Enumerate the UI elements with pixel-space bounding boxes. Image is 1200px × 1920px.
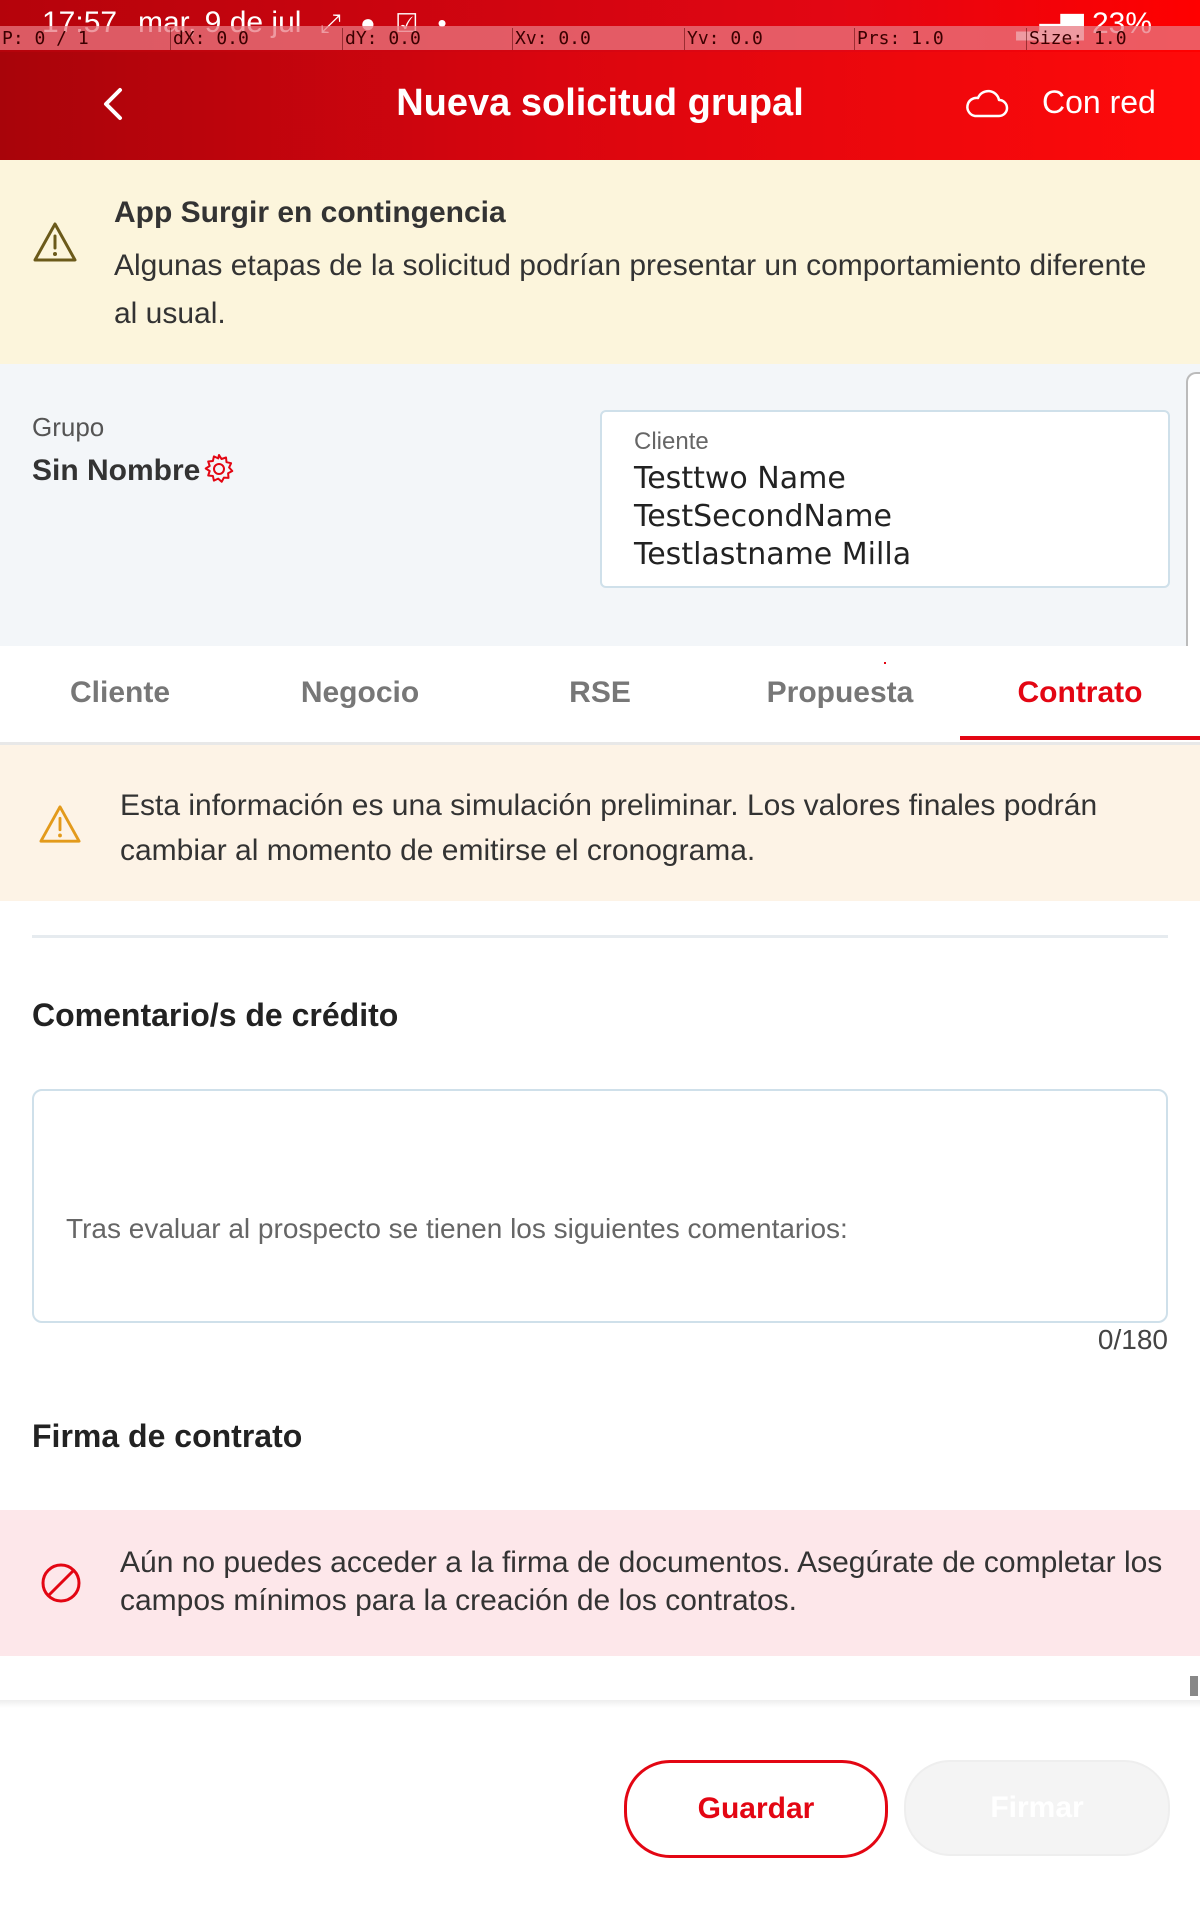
tab-rse[interactable]: RSE — [540, 676, 660, 710]
simulation-note-text: Esta información es una simulación preli… — [120, 789, 1098, 867]
gear-icon[interactable] — [202, 452, 236, 486]
client-field[interactable]: Cliente Testtwo Name TestSecondName Test… — [600, 410, 1170, 588]
contingency-banner: App Surgir en contingencia Algunas etapa… — [0, 160, 1200, 364]
tab-contrato[interactable]: Contrato — [990, 676, 1170, 710]
banner-title: App Surgir en contingencia — [114, 196, 506, 229]
warning-triangle-icon — [33, 222, 77, 262]
block-icon — [41, 1563, 81, 1603]
simulation-note: Esta información es una simulación preli… — [0, 745, 1200, 901]
credit-comments-placeholder: Tras evaluar al prospecto se tienen los … — [66, 1213, 848, 1244]
group-section: Grupo Sin Nombre Cliente Testtwo Name Te… — [0, 364, 1200, 646]
tab-dot — [884, 662, 886, 664]
character-counter: 0/180 — [1097, 1324, 1168, 1355]
active-tab-indicator — [960, 736, 1200, 740]
warning-triangle-icon — [39, 805, 81, 843]
banner-text: Algunas etapas de la solicitud podrían p… — [114, 249, 1147, 330]
credit-comments-title: Comentario/s de crédito — [32, 997, 399, 1033]
debug-p: P: 0 / 1 — [2, 28, 89, 49]
debug-prs: Prs: 1.0 — [854, 28, 944, 50]
tab-propuesta[interactable]: Propuesta — [750, 676, 930, 710]
client-label: Cliente — [634, 428, 709, 455]
app-bar: Nueva solicitud grupal Con red — [0, 52, 1200, 160]
bottom-bar-shadow — [0, 1700, 1200, 1708]
debug-dx: dX: 0.0 — [170, 28, 249, 50]
client-value: Testtwo Name TestSecondName Testlastname… — [634, 461, 912, 572]
page-title: Nueva solicitud grupal — [396, 82, 804, 124]
contract-signature-title: Firma de contrato — [32, 1418, 303, 1454]
connection-status: Con red — [1042, 84, 1156, 120]
sign-button[interactable]: Firmar — [904, 1760, 1170, 1856]
status-bar: 17:57 mar, 9 de jul ⤢ ● ☑ • ▂▄▆ 23% P: 0… — [0, 0, 1200, 52]
signature-blocked-text: Aún no puedes acceder a la firma de docu… — [120, 1546, 1163, 1617]
credit-comments-textarea[interactable]: Tras evaluar al prospecto se tienen los … — [32, 1089, 1168, 1323]
tab-bar: Cliente Negocio RSE Propuesta Contrato — [0, 646, 1200, 745]
debug-yv: Yv: 0.0 — [684, 28, 763, 50]
group-label: Grupo — [32, 412, 105, 442]
debug-xv: Xv: 0.0 — [512, 28, 591, 50]
scrollbar-thumb[interactable] — [1190, 1676, 1198, 1696]
debug-dy: dY: 0.0 — [342, 28, 421, 50]
tab-negocio[interactable]: Negocio — [280, 676, 440, 710]
cloud-icon — [966, 89, 1009, 118]
group-name: Sin Nombre — [32, 454, 201, 487]
side-panel-handle[interactable] — [1186, 372, 1200, 682]
debug-size: Size: 1.0 — [1026, 28, 1127, 50]
save-button[interactable]: Guardar — [624, 1760, 888, 1858]
tab-cliente[interactable]: Cliente — [40, 676, 200, 710]
signature-blocked-banner: Aún no puedes acceder a la firma de docu… — [0, 1510, 1200, 1656]
pointer-debug-overlay: P: 0 / 1 dX: 0.0 dY: 0.0 Xv: 0.0 Yv: 0.0… — [0, 26, 1200, 50]
section-divider — [32, 935, 1168, 938]
